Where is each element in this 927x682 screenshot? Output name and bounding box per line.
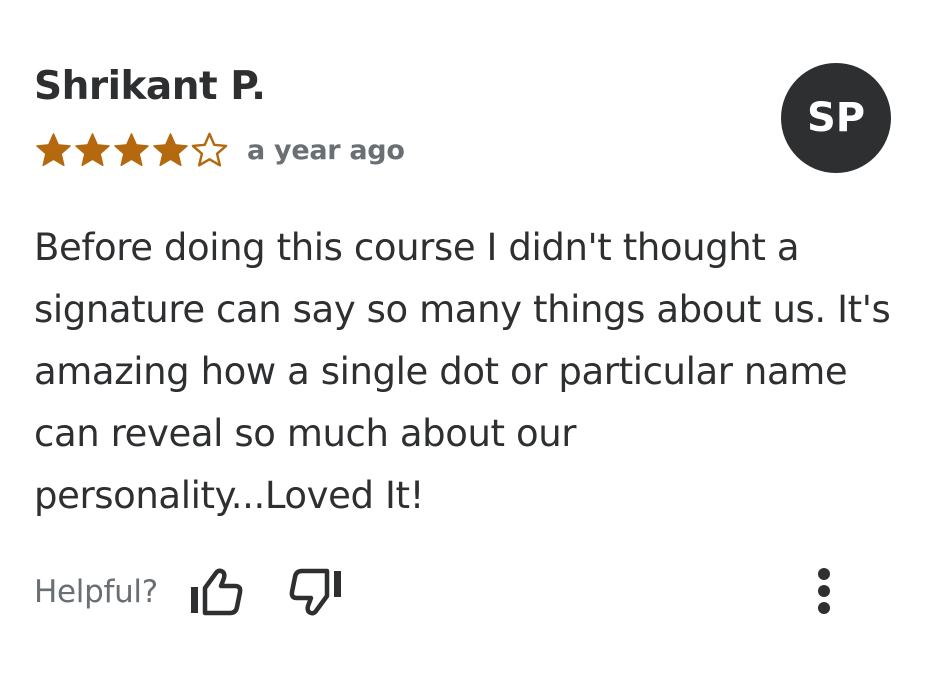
- helpful-label: Helpful?: [34, 574, 158, 610]
- thumbs-down-icon: [289, 568, 341, 616]
- thumbs-down-button[interactable]: [286, 562, 346, 622]
- more-options-button[interactable]: [804, 562, 844, 622]
- star-filled-icon: [75, 132, 110, 166]
- star-empty-icon: [191, 132, 228, 167]
- star-filled-icon: [114, 132, 149, 166]
- rating-row: a year ago: [34, 130, 405, 170]
- more-vertical-icon: [818, 568, 830, 614]
- thumbs-up-icon: [190, 568, 243, 616]
- thumbs-up-button[interactable]: [186, 562, 246, 622]
- review-timestamp: a year ago: [247, 134, 405, 166]
- feedback-row: Helpful?: [34, 562, 894, 622]
- review-card: Shrikant P. SP a year ago Before doing t…: [0, 0, 927, 682]
- star-filled-icon: [153, 132, 188, 166]
- star-filled-icon: [36, 132, 71, 166]
- review-body: Before doing this course I didn't though…: [34, 226, 891, 517]
- star-rating: [34, 131, 229, 170]
- reviewer-name: Shrikant P.: [34, 64, 266, 109]
- avatar: SP: [781, 63, 891, 173]
